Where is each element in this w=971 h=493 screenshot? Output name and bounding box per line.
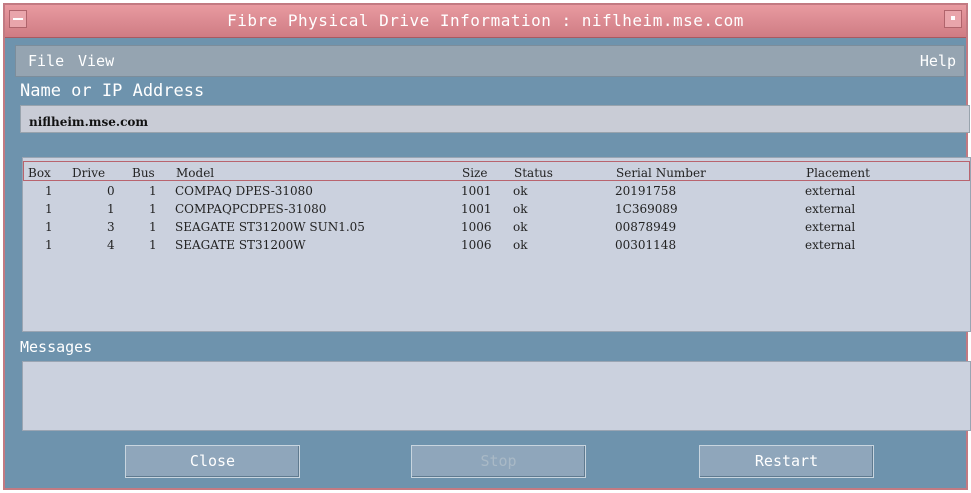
- drive-info-window: Fibre Physical Drive Information : niflh…: [3, 3, 971, 490]
- cell-size: 1006: [461, 220, 492, 234]
- stop-button: Stop: [411, 445, 586, 478]
- table-row[interactable]: 1 0 1 COMPAQ DPES-31080 1001 ok 20191758…: [23, 184, 968, 202]
- cell-status: ok: [513, 184, 528, 198]
- header-serial: Serial Number: [616, 166, 706, 180]
- square-icon: [951, 16, 955, 20]
- cell-model: COMPAQPCDPES-31080: [175, 202, 327, 216]
- header-drive: Drive: [72, 166, 106, 180]
- table-row[interactable]: 1 3 1 SEAGATE ST31200W SUN1.05 1006 ok 0…: [23, 220, 968, 238]
- menu-file[interactable]: File: [28, 52, 64, 70]
- cell-status: ok: [513, 202, 528, 216]
- header-model: Model: [176, 166, 215, 180]
- cell-size: 1001: [461, 184, 492, 198]
- cell-serial: 20191758: [615, 184, 677, 198]
- cell-box: 1: [45, 220, 53, 234]
- cell-drive: 4: [107, 238, 115, 252]
- cell-box: 1: [45, 202, 53, 216]
- cell-drive: 1: [107, 202, 115, 216]
- header-box: Box: [28, 166, 51, 180]
- cell-bus: 1: [149, 184, 157, 198]
- title-bar[interactable]: Fibre Physical Drive Information : niflh…: [5, 5, 966, 38]
- cell-placement: external: [805, 184, 856, 198]
- cell-status: ok: [513, 220, 528, 234]
- cell-placement: external: [805, 220, 856, 234]
- menu-bar: File View Help: [15, 45, 965, 77]
- header-placement: Placement: [806, 166, 870, 180]
- maximize-button[interactable]: [944, 10, 962, 28]
- cell-model: SEAGATE ST31200W SUN1.05: [175, 220, 365, 234]
- menu-help[interactable]: Help: [920, 52, 956, 70]
- menu-view[interactable]: View: [78, 52, 114, 70]
- minus-icon: [13, 18, 23, 20]
- address-label: Name or IP Address: [20, 81, 205, 101]
- cell-model: SEAGATE ST31200W: [175, 238, 306, 252]
- table-header: Box Drive Bus Model Size Status Serial N…: [23, 161, 970, 181]
- header-status: Status: [514, 166, 553, 180]
- cell-bus: 1: [149, 238, 157, 252]
- cell-drive: 3: [107, 220, 115, 234]
- cell-bus: 1: [149, 202, 157, 216]
- cell-model: COMPAQ DPES-31080: [175, 184, 313, 198]
- header-size: Size: [462, 166, 488, 180]
- table-row[interactable]: 1 1 1 COMPAQPCDPES-31080 1001 ok 1C36908…: [23, 202, 968, 220]
- cell-box: 1: [45, 184, 53, 198]
- header-bus: Bus: [132, 166, 155, 180]
- cell-serial: 00878949: [615, 220, 677, 234]
- cell-placement: external: [805, 238, 856, 252]
- cell-size: 1006: [461, 238, 492, 252]
- messages-area[interactable]: [22, 361, 971, 431]
- cell-bus: 1: [149, 220, 157, 234]
- cell-placement: external: [805, 202, 856, 216]
- cell-serial: 00301148: [615, 238, 677, 252]
- cell-status: ok: [513, 238, 528, 252]
- cell-box: 1: [45, 238, 53, 252]
- cell-drive: 0: [107, 184, 115, 198]
- window-title: Fibre Physical Drive Information : niflh…: [227, 11, 744, 30]
- window-menu-button[interactable]: [9, 10, 27, 28]
- drive-table: Box Drive Bus Model Size Status Serial N…: [22, 157, 971, 332]
- cell-serial: 1C369089: [615, 202, 678, 216]
- address-input[interactable]: [20, 105, 970, 133]
- messages-label: Messages: [20, 338, 93, 356]
- restart-button[interactable]: Restart: [699, 445, 874, 478]
- cell-size: 1001: [461, 202, 492, 216]
- close-button[interactable]: Close: [125, 445, 300, 478]
- table-row[interactable]: 1 4 1 SEAGATE ST31200W 1006 ok 00301148 …: [23, 238, 968, 256]
